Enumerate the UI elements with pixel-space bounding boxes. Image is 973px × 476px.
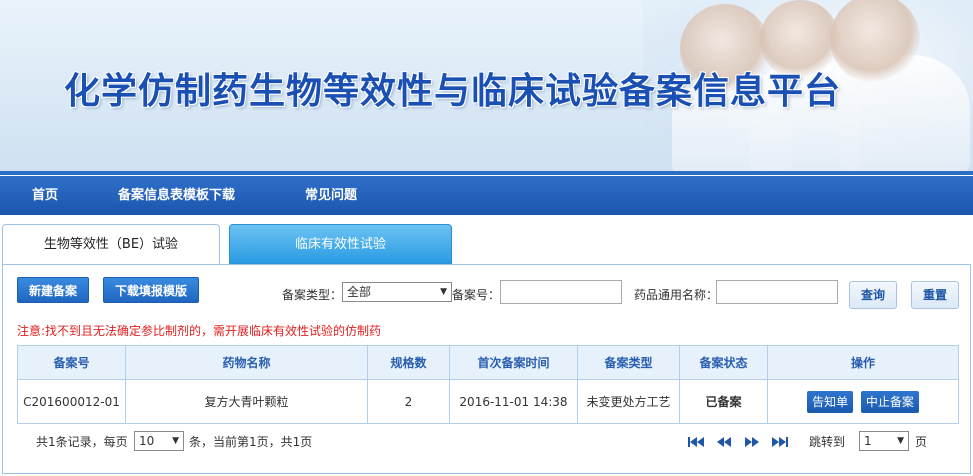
- column-header-number: 备案号: [17, 345, 126, 380]
- search-button[interactable]: 查询: [849, 281, 897, 309]
- record-number-label: 备案号：: [452, 288, 501, 302]
- column-header-drug: 药物名称: [125, 345, 368, 380]
- header-banner: 化学仿制药生物等效性与临床试验备案信息平台: [0, 0, 973, 175]
- new-record-button[interactable]: 新建备案: [17, 277, 89, 303]
- table-row: C201600012-01 复方大青叶颗粒 2 2016-11-01 14:38…: [17, 379, 959, 424]
- cell-drug: 复方大青叶颗粒: [125, 379, 368, 424]
- notice-text: 注意:找不到且无法确定参比制剂的，需开展临床有效性试验的仿制药: [17, 324, 382, 338]
- chevron-down-icon: ▼: [440, 287, 447, 297]
- pagination-total-suffix: 条，当前第1页，共1页: [189, 435, 313, 449]
- next-page-icon[interactable]: [743, 435, 761, 449]
- page-size-select[interactable]: 10 ▼: [134, 431, 184, 451]
- record-type-value: 全部: [347, 285, 372, 299]
- column-header-actions: 操作: [767, 345, 959, 380]
- suspend-record-button[interactable]: 中止备案: [860, 390, 919, 413]
- notice-slip-button[interactable]: 告知单: [807, 390, 854, 413]
- page-title: 化学仿制药生物等效性与临床试验备案信息平台: [64, 71, 842, 112]
- record-number-input[interactable]: [500, 280, 622, 304]
- jump-page-select[interactable]: 1 ▼: [859, 431, 909, 451]
- pagination-total-prefix: 共1条记录，每页: [36, 435, 128, 449]
- banner-stripe: [0, 171, 973, 175]
- main-nav: 首页 备案信息表模板下载 常见问题: [0, 176, 973, 215]
- column-header-specs: 规格数: [367, 345, 450, 380]
- cell-specs: 2: [367, 379, 450, 424]
- nav-item-template-download[interactable]: 备案信息表模板下载: [118, 176, 235, 215]
- content-panel: 新建备案 下载填报模版 备案类型： 全部 ▼ 备案号： 药品通用名称： 查询 重…: [2, 264, 971, 474]
- prev-page-icon[interactable]: [715, 435, 733, 449]
- cell-type: 未变更处方工艺: [577, 379, 680, 424]
- cell-status: 已备案: [679, 379, 768, 424]
- tab-be-trial[interactable]: 生物等效性（BE）试验: [2, 224, 220, 265]
- column-header-status: 备案状态: [679, 345, 768, 380]
- nav-item-home[interactable]: 首页: [32, 176, 58, 215]
- column-header-type: 备案类型: [577, 345, 680, 380]
- column-header-first-time: 首次备案时间: [449, 345, 578, 380]
- download-template-button[interactable]: 下载填报模版: [103, 277, 199, 303]
- record-type-select[interactable]: 全部 ▼: [342, 282, 452, 302]
- cell-first-time: 2016-11-01 14:38: [449, 379, 578, 424]
- tab-bar: 生物等效性（BE）试验 临床有效性试验: [0, 224, 973, 265]
- cell-actions: 告知单 中止备案: [767, 379, 959, 424]
- drug-name-input[interactable]: [716, 280, 838, 304]
- chevron-down-icon: ▼: [172, 436, 179, 446]
- records-table: 备案号 药物名称 规格数 首次备案时间 备案类型 备案状态 操作 C201600…: [17, 345, 959, 424]
- first-page-icon[interactable]: [687, 435, 705, 449]
- page-unit-label: 页: [915, 435, 928, 449]
- drug-name-label: 药品通用名称：: [634, 288, 719, 302]
- last-page-icon[interactable]: [771, 435, 789, 449]
- cell-number: C201600012-01: [17, 379, 126, 424]
- tab-clinical-trial[interactable]: 临床有效性试验: [229, 224, 452, 264]
- nav-item-faq[interactable]: 常见问题: [305, 176, 357, 215]
- reset-button[interactable]: 重置: [911, 281, 959, 309]
- jump-page-value: 1: [864, 434, 872, 448]
- record-type-label: 备案类型：: [282, 288, 343, 302]
- page-size-value: 10: [139, 434, 155, 448]
- table-header-row: 备案号 药物名称 规格数 首次备案时间 备案类型 备案状态 操作: [17, 345, 959, 380]
- jump-to-label: 跳转到: [809, 435, 846, 449]
- chevron-down-icon: ▼: [897, 436, 904, 446]
